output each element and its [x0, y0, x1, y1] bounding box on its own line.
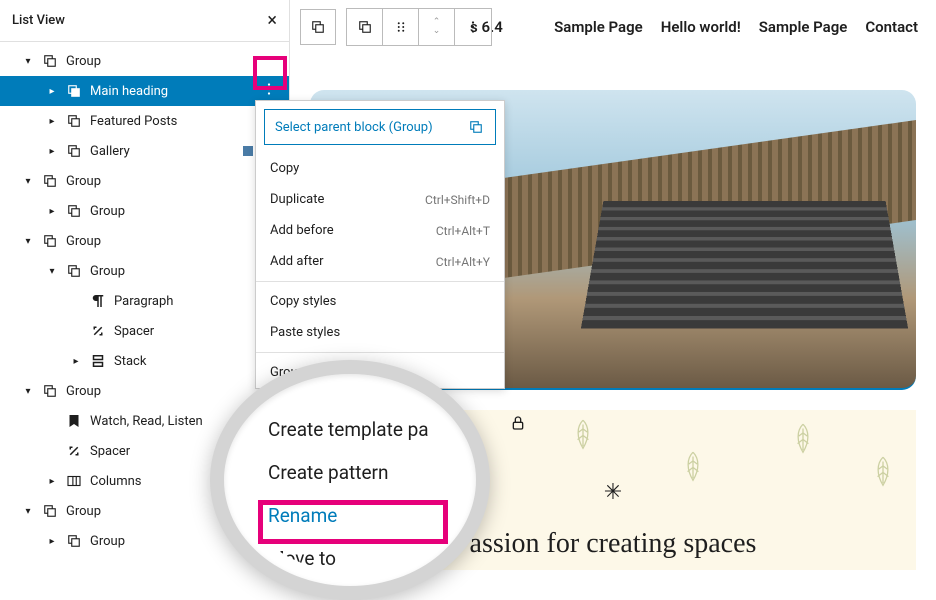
menu-item-paste-styles[interactable]: Paste styles	[256, 317, 504, 348]
group-icon	[40, 232, 60, 250]
chevron-down-icon[interactable]: ▾	[16, 56, 40, 67]
toolbar-move-updown[interactable]: ⌃ ⌄	[419, 9, 455, 45]
block-type-button[interactable]	[300, 9, 336, 45]
tree-row[interactable]: ▾ Group	[0, 256, 289, 286]
chevron-down-icon[interactable]: ▾	[40, 266, 64, 277]
group-icon	[64, 532, 84, 550]
group-icon	[64, 262, 84, 280]
group-icon	[64, 82, 84, 100]
tree-row[interactable]: ▾ Group	[0, 226, 289, 256]
menu-item-copy-styles[interactable]: Copy styles	[256, 286, 504, 317]
close-icon[interactable]: ×	[267, 10, 277, 31]
group-icon	[40, 502, 60, 520]
chevron-right-icon[interactable]: ▸	[40, 476, 64, 487]
select-parent-button[interactable]: Select parent block (Group)	[264, 109, 496, 145]
chevron-right-icon[interactable]: ▸	[40, 536, 64, 547]
menu-item-move-to[interactable]: Move to	[238, 537, 462, 572]
magnify-callout: Create template pa Create pattern Rename…	[210, 360, 490, 600]
tree-row-label: Group	[66, 174, 281, 189]
nav-link[interactable]: Hello world!	[661, 18, 741, 36]
group-icon	[64, 142, 84, 160]
menu-item-create-template-part[interactable]: Create template pa	[238, 408, 462, 451]
tree-row[interactable]: ▸ Featured Posts	[0, 106, 289, 136]
nav-link[interactable]: Sample Page	[554, 18, 643, 36]
spacer-icon	[88, 322, 108, 340]
list-view-title: List View	[12, 13, 65, 28]
group-icon	[40, 382, 60, 400]
nav-link[interactable]: Contact	[865, 18, 918, 36]
group-icon	[40, 52, 60, 70]
select-parent-label: Select parent block (Group)	[275, 120, 433, 135]
site-header: s 6.4 Sample Page Hello world! Sample Pa…	[470, 18, 918, 36]
tree-row[interactable]: Spacer	[0, 316, 289, 346]
toolbar-group: ⌃ ⌄	[346, 8, 492, 46]
block-options-menu: Select parent block (Group) Copy Duplica…	[255, 100, 505, 389]
block-toolbar: ⌃ ⌄	[300, 8, 492, 46]
list-view-header: List View ×	[0, 0, 289, 42]
menu-item-add-after[interactable]: Add afterCtrl+Alt+Y	[256, 246, 504, 277]
bookmark-icon	[64, 412, 84, 430]
toolbar-options-button[interactable]	[455, 9, 491, 45]
columns-icon	[64, 472, 84, 490]
tree-row[interactable]: ▸ Main heading	[0, 76, 289, 106]
nav-link[interactable]: Sample Page	[759, 18, 848, 36]
menu-item-copy[interactable]: Copy	[256, 153, 504, 184]
spacer-icon	[64, 442, 84, 460]
chevron-right-icon[interactable]: ▸	[64, 356, 88, 367]
chevron-right-icon[interactable]: ▸	[40, 146, 64, 157]
group-icon	[64, 202, 84, 220]
tree-row-label: Featured Posts	[90, 114, 281, 129]
group-icon	[64, 112, 84, 130]
chevron-down-icon[interactable]: ▾	[16, 236, 40, 247]
chevron-right-icon[interactable]: ▸	[40, 86, 64, 97]
tree-row[interactable]: ▸ Gallery	[0, 136, 289, 166]
tree-row[interactable]: ▾ Group	[0, 166, 289, 196]
toolbar-drag-handle[interactable]	[383, 9, 419, 45]
tree-row-label: Main heading	[90, 84, 257, 99]
chevron-down-icon[interactable]: ▾	[16, 176, 40, 187]
menu-item-duplicate[interactable]: DuplicateCtrl+Shift+D	[256, 184, 504, 215]
tree-row-label: Group	[66, 234, 281, 249]
tree-row[interactable]: Paragraph	[0, 286, 289, 316]
menu-item-rename[interactable]: Rename	[238, 494, 462, 537]
menu-item-create-pattern[interactable]: Create pattern	[238, 451, 462, 494]
tree-row-label: Gallery	[90, 144, 243, 159]
chevron-down-icon[interactable]: ▾	[16, 506, 40, 517]
chevron-down-icon[interactable]: ▾	[16, 386, 40, 397]
toolbar-parent-button[interactable]	[347, 9, 383, 45]
group-icon	[40, 172, 60, 190]
tree-row-label: Group	[90, 264, 281, 279]
chevron-right-icon[interactable]: ▸	[40, 116, 64, 127]
menu-item-add-before[interactable]: Add beforeCtrl+Alt+T	[256, 215, 504, 246]
separator-star: ✳	[604, 480, 622, 505]
tree-row[interactable]: ▾ Group	[0, 46, 289, 76]
paragraph-icon	[88, 292, 108, 310]
tree-row-label: Group	[90, 204, 281, 219]
tree-row-label: Group	[66, 54, 281, 69]
tree-row[interactable]: ▸ Group	[0, 196, 289, 226]
lock-icon	[510, 415, 526, 435]
row-options-button[interactable]	[257, 80, 281, 102]
chevron-right-icon[interactable]: ▸	[40, 206, 64, 217]
stack-icon	[88, 352, 108, 370]
chevron-down-icon: ⌄	[433, 27, 441, 36]
group-icon	[467, 118, 485, 136]
